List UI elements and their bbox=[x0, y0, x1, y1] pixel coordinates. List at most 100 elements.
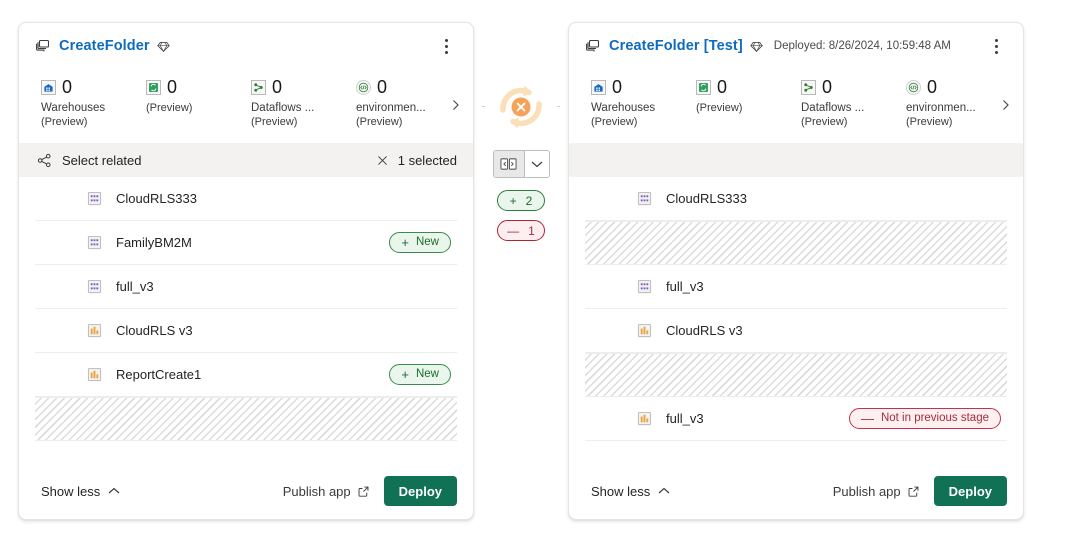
show-less-label: Show less bbox=[41, 484, 100, 499]
select-related-label[interactable]: Select related bbox=[62, 153, 142, 168]
chevron-up-icon bbox=[658, 487, 670, 495]
dataflow-gen2-icon bbox=[696, 80, 711, 95]
item-name: FamilyBM2M bbox=[116, 235, 192, 250]
stat-sublabel: (Preview) bbox=[41, 115, 124, 129]
stat-sublabel: (Preview) bbox=[251, 115, 334, 129]
compare-view-toggle[interactable] bbox=[493, 150, 550, 178]
card-more-options-button[interactable] bbox=[983, 33, 1009, 59]
stats-next-button[interactable] bbox=[989, 77, 1023, 133]
semantic-model-icon bbox=[87, 279, 102, 294]
publish-app-label: Publish app bbox=[833, 484, 901, 499]
plus-icon: + bbox=[401, 368, 409, 381]
card-footer: Show less Publish app Deploy bbox=[569, 463, 1023, 519]
stat-dataflow-gen2[interactable]: 0 (Preview) bbox=[674, 77, 779, 115]
item-name: CloudRLS333 bbox=[116, 191, 197, 206]
connector-dot-right bbox=[557, 106, 560, 107]
stat-label: Dataflows ... bbox=[801, 101, 884, 115]
footer-actions: Publish app Deploy bbox=[833, 476, 1007, 506]
more-options-icon bbox=[995, 39, 998, 42]
stat-warehouses[interactable]: 0 Warehouses (Preview) bbox=[19, 77, 124, 129]
item-name: ReportCreate1 bbox=[116, 367, 201, 382]
selected-count: 1 selected bbox=[398, 153, 457, 168]
deployed-timestamp: Deployed: 8/26/2024, 10:59:48 AM bbox=[774, 40, 951, 52]
stat-dataflows[interactable]: 0 Dataflows ... (Preview) bbox=[229, 77, 334, 129]
stage-title[interactable]: CreateFolder [Test] bbox=[609, 38, 743, 54]
deploy-button[interactable]: Deploy bbox=[934, 476, 1007, 506]
stat-environment[interactable]: 0 environmen... (Preview) bbox=[334, 77, 439, 129]
card-more-options-button[interactable] bbox=[433, 33, 459, 59]
minus-icon: — bbox=[507, 225, 519, 237]
items-list: CloudRLS333 full_v3 CloudRLS v3 bbox=[569, 177, 1023, 463]
stat-sublabel: (Preview) bbox=[356, 115, 439, 129]
compare-changed-icon[interactable] bbox=[490, 76, 552, 138]
dataflows-icon bbox=[801, 80, 816, 95]
stat-count: 0 bbox=[272, 77, 282, 97]
report-icon bbox=[637, 411, 652, 426]
item-name: CloudRLS v3 bbox=[116, 323, 193, 338]
stat-sublabel: (Preview) bbox=[696, 101, 779, 115]
stat-count: 0 bbox=[612, 77, 622, 97]
item-name: full_v3 bbox=[666, 279, 704, 294]
semantic-model-icon bbox=[87, 235, 102, 250]
share-related-icon bbox=[37, 153, 52, 168]
pipeline-stage-card-target: CreateFolder [Test] Deployed: 8/26/2024,… bbox=[568, 22, 1024, 520]
stat-count: 0 bbox=[717, 77, 727, 97]
list-item[interactable]: CloudRLS v3 bbox=[585, 309, 1007, 353]
warehouse-icon bbox=[591, 80, 606, 95]
stat-count: 0 bbox=[927, 77, 937, 97]
premium-diamond-icon bbox=[157, 40, 170, 53]
premium-diamond-icon bbox=[750, 40, 763, 53]
dataflow-gen2-icon bbox=[146, 80, 161, 95]
publish-app-button[interactable]: Publish app bbox=[833, 484, 920, 499]
badge-label: Not in previous stage bbox=[881, 413, 989, 425]
stage-screens-icon bbox=[35, 38, 51, 54]
badge-label: New bbox=[416, 369, 439, 381]
item-name: full_v3 bbox=[116, 279, 154, 294]
publish-app-button[interactable]: Publish app bbox=[283, 484, 370, 499]
list-item[interactable]: full_v3 bbox=[35, 265, 457, 309]
minus-icon: — bbox=[861, 412, 874, 425]
chevron-up-icon bbox=[108, 487, 120, 495]
removed-count-badge: — 1 bbox=[497, 220, 545, 241]
stat-dataflow-gen2[interactable]: 0 (Preview) bbox=[124, 77, 229, 115]
card-footer: Show less Publish app Deploy bbox=[19, 463, 473, 519]
added-count: 2 bbox=[526, 195, 533, 207]
pipeline-stage-card-source: CreateFolder 0 Warehouses bbox=[18, 22, 474, 520]
stat-label: environmen... bbox=[356, 101, 439, 115]
status-badge: + New bbox=[389, 364, 451, 385]
report-icon bbox=[637, 323, 652, 338]
list-item[interactable]: CloudRLS333 bbox=[585, 177, 1007, 221]
stat-dataflows[interactable]: 0 Dataflows ... (Preview) bbox=[779, 77, 884, 129]
footer-actions: Publish app Deploy bbox=[283, 476, 457, 506]
report-icon bbox=[87, 367, 102, 382]
list-item[interactable]: full_v3 — Not in previous stage bbox=[585, 397, 1007, 441]
card-header: CreateFolder bbox=[19, 23, 473, 69]
close-icon[interactable] bbox=[376, 154, 389, 167]
show-less-button[interactable]: Show less bbox=[41, 484, 120, 499]
stats-next-button[interactable] bbox=[439, 77, 473, 133]
list-item[interactable]: FamilyBM2M + New bbox=[35, 221, 457, 265]
show-less-button[interactable]: Show less bbox=[591, 484, 670, 499]
dataflows-icon bbox=[251, 80, 266, 95]
environment-icon bbox=[906, 80, 921, 95]
list-item[interactable]: CloudRLS333 bbox=[35, 177, 457, 221]
removed-count: 1 bbox=[528, 225, 535, 237]
stat-count: 0 bbox=[377, 77, 387, 97]
compare-side-by-side-icon[interactable] bbox=[494, 151, 525, 177]
stat-environment[interactable]: 0 environmen... (Preview) bbox=[884, 77, 989, 129]
compare-options-caret[interactable] bbox=[525, 151, 549, 177]
selection-clear-group[interactable]: 1 selected bbox=[376, 153, 457, 168]
stat-warehouses[interactable]: 0 Warehouses (Preview) bbox=[569, 77, 674, 129]
stage-comparison-controls: + 2 — 1 bbox=[486, 76, 556, 241]
chevron-right-icon bbox=[450, 98, 462, 112]
deploy-button[interactable]: Deploy bbox=[384, 476, 457, 506]
stat-count: 0 bbox=[62, 77, 72, 97]
badge-label: New bbox=[416, 237, 439, 249]
list-item[interactable]: full_v3 bbox=[585, 265, 1007, 309]
list-item[interactable]: ReportCreate1 + New bbox=[35, 353, 457, 397]
open-in-new-icon bbox=[357, 485, 370, 498]
item-name: full_v3 bbox=[666, 411, 704, 426]
status-badge: — Not in previous stage bbox=[849, 408, 1001, 429]
stage-title[interactable]: CreateFolder bbox=[59, 38, 150, 54]
list-item[interactable]: CloudRLS v3 bbox=[35, 309, 457, 353]
